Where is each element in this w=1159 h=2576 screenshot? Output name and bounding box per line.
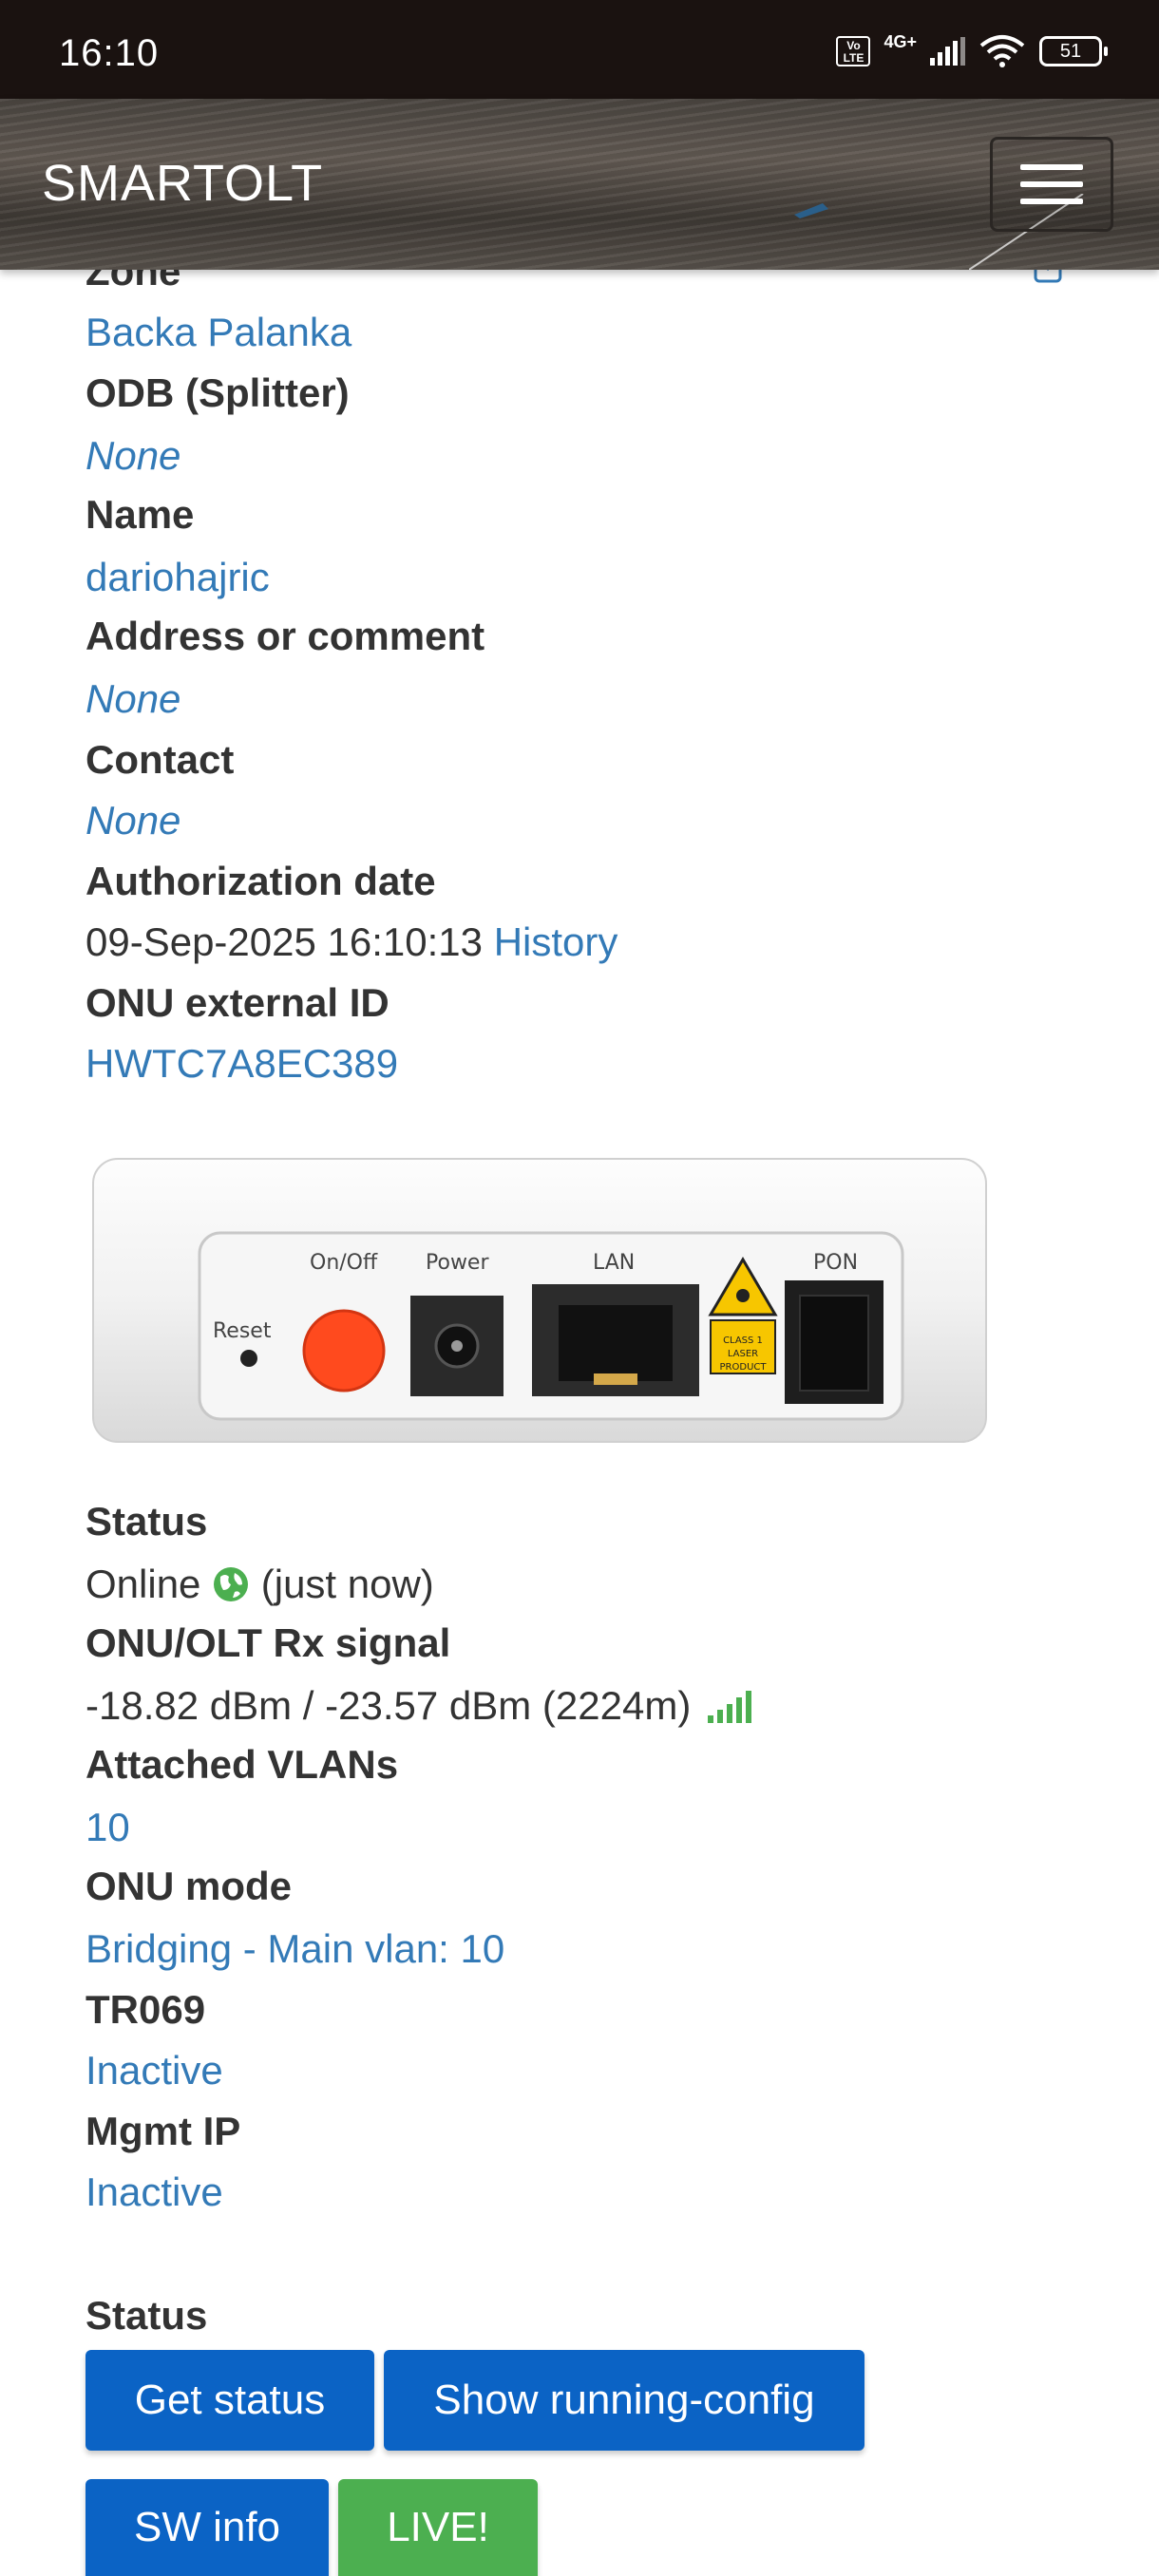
battery-icon: 51 <box>1039 36 1108 66</box>
status-label: Status <box>86 1499 208 1544</box>
menu-toggle-button[interactable] <box>990 137 1113 232</box>
onu-mode-label: ONU mode <box>86 1864 293 1908</box>
system-status-bar: 16:10 Vo LTE 4G+ 51 <box>0 0 1159 99</box>
onoff-label: On/Off <box>310 1251 378 1275</box>
status-value: Online <box>86 1562 201 1606</box>
address-label: Address or comment <box>86 614 485 658</box>
mgmt-ip-value-link[interactable]: Inactive <box>86 2169 223 2215</box>
power-label: Power <box>426 1251 489 1275</box>
get-status-button[interactable]: Get status <box>86 2350 374 2451</box>
actions-section-label: Status <box>86 2293 208 2338</box>
lan-label: LAN <box>593 1251 635 1275</box>
address-value-link[interactable]: None <box>86 676 180 722</box>
top-navbar: SMARTOLT <box>0 99 1159 270</box>
history-link[interactable]: History <box>494 919 618 964</box>
signal-strength-icon <box>707 1691 751 1723</box>
globe-online-icon <box>214 1567 249 1601</box>
rx-signal-label: ONU/OLT Rx signal <box>86 1620 451 1665</box>
contact-label: Contact <box>86 737 235 782</box>
hamburger-menu-icon <box>1020 164 1083 170</box>
tr069-label: TR069 <box>86 1987 206 2032</box>
wifi-icon <box>979 35 1025 67</box>
cell-signal-icon <box>930 37 965 66</box>
name-label: Name <box>86 492 195 537</box>
vlans-value-link[interactable]: 10 <box>86 1805 130 1850</box>
clock: 16:10 <box>59 32 160 74</box>
onu-mode-value-link[interactable]: Bridging - Main vlan: 10 <box>86 1926 504 1972</box>
pon-label: PON <box>813 1251 858 1275</box>
zone-value-link[interactable]: Backa Palanka <box>86 310 352 355</box>
external-id-label: ONU external ID <box>86 980 390 1025</box>
sw-info-button[interactable]: SW info <box>86 2479 329 2576</box>
rx-signal-value: -18.82 dBm / -23.57 dBm (2224m) <box>86 1683 692 1728</box>
onu-device-image: Reset On/Off Power LAN CLASS 1 LASER PRO… <box>92 1158 987 1443</box>
authorization-date-row: 09-Sep-2025 16:10:13 History <box>86 919 618 965</box>
volte-icon: Vo LTE <box>836 36 871 66</box>
decorative-mark <box>794 203 828 218</box>
authorization-date-label: Authorization date <box>86 859 436 903</box>
rx-signal-row: -18.82 dBm / -23.57 dBm (2224m) <box>86 1683 751 1729</box>
status-row: Online (just now) <box>86 1562 434 1607</box>
odb-label: ODB (Splitter) <box>86 370 350 415</box>
live-button[interactable]: LIVE! <box>338 2479 538 2576</box>
reset-label: Reset <box>213 1319 272 1343</box>
brand-logo[interactable]: SMARTOLT <box>42 154 323 213</box>
show-running-config-button[interactable]: Show running-config <box>384 2350 864 2451</box>
name-value-link[interactable]: dariohajric <box>86 555 270 600</box>
odb-value-link[interactable]: None <box>86 433 180 479</box>
status-time: (just now) <box>260 1562 434 1606</box>
network-type-label: 4G+ <box>884 31 917 51</box>
svg-text:LASER: LASER <box>728 1349 758 1359</box>
status-icons: Vo LTE 4G+ 51 <box>836 31 1108 68</box>
svg-text:CLASS 1: CLASS 1 <box>723 1335 763 1346</box>
vlans-label: Attached VLANs <box>86 1742 399 1787</box>
mgmt-ip-label: Mgmt IP <box>86 2109 241 2153</box>
tr069-value-link[interactable]: Inactive <box>86 2048 223 2093</box>
svg-text:PRODUCT: PRODUCT <box>720 1362 768 1373</box>
authorization-date-value: 09-Sep-2025 16:10:13 <box>86 919 484 964</box>
external-id-value-link[interactable]: HWTC7A8EC389 <box>86 1041 398 1087</box>
contact-value-link[interactable]: None <box>86 798 180 843</box>
